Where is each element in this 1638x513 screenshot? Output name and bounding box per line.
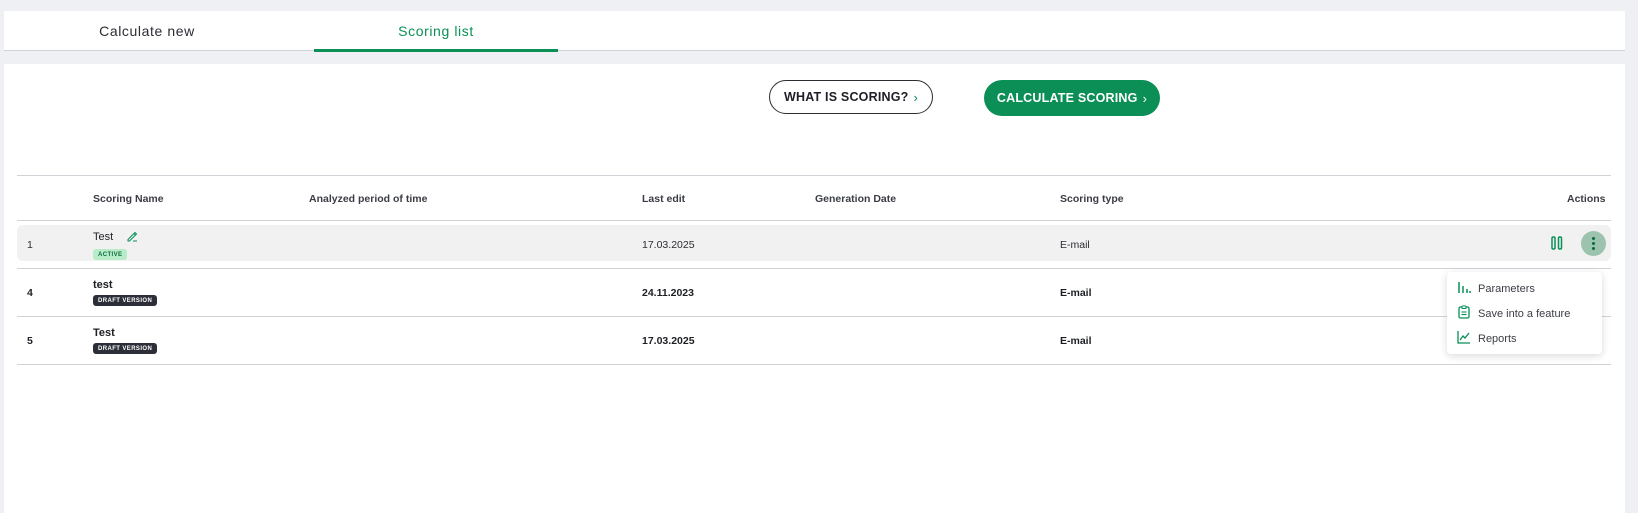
row-last-edit: 17.03.2025	[642, 335, 695, 347]
row-name: Test	[93, 231, 114, 243]
table-row[interactable]: 1 Test ACTIVE 17.03.2025 E-mail	[17, 221, 1611, 269]
dot	[1592, 242, 1595, 245]
header-last-edit: Last edit	[642, 193, 686, 205]
row-name: Test	[93, 327, 115, 339]
row-id: 1	[27, 239, 33, 251]
row-highlight	[17, 225, 1611, 261]
tabs-bar: Calculate new Scoring list	[4, 11, 1625, 52]
menu-item-save-feature[interactable]: Save into a feature	[1447, 301, 1602, 326]
clipboard-icon	[1456, 304, 1472, 323]
calculate-scoring-label: CALCULATE SCORING	[996, 91, 1138, 105]
table-row[interactable]: 5 Test DRAFT VERSION 17.03.2025 E-mail	[17, 317, 1611, 365]
chevron-right-icon: ›	[1142, 90, 1148, 106]
calculate-scoring-button[interactable]: CALCULATE SCORING ›	[984, 80, 1160, 116]
row-name-cell: Test ACTIVE	[93, 230, 138, 260]
what-is-scoring-button[interactable]: WHAT IS SCORING? ›	[769, 80, 933, 114]
row-scoring-type: E-mail	[1060, 239, 1090, 251]
table-row[interactable]: 4 test DRAFT VERSION 24.11.2023 E-mail	[17, 269, 1611, 317]
row-id: 5	[27, 335, 33, 347]
header-scoring-type: Scoring type	[1060, 193, 1124, 205]
row-name-cell: Test DRAFT VERSION	[93, 327, 158, 354]
menu-item-parameters[interactable]: Parameters	[1447, 276, 1602, 301]
row-id: 4	[27, 287, 33, 299]
menu-item-label: Save into a feature	[1478, 307, 1571, 320]
row-name: test	[93, 279, 113, 291]
bar-chart-icon	[1456, 279, 1472, 298]
menu-item-label: Reports	[1478, 332, 1517, 345]
pencil-icon[interactable]	[126, 230, 138, 245]
tab-scoring-list[interactable]: Scoring list	[314, 11, 558, 52]
main-panel: WHAT IS SCORING? › CALCULATE SCORING › S…	[4, 64, 1625, 513]
dot	[1592, 247, 1595, 250]
row-name-cell: test DRAFT VERSION	[93, 279, 158, 306]
row-scoring-type: E-mail	[1060, 287, 1092, 299]
dot	[1592, 237, 1595, 240]
actions-dropdown-menu: Parameters Save into a feature Reports	[1447, 272, 1602, 354]
status-badge: DRAFT VERSION	[93, 295, 158, 306]
header-analyzed-period: Analyzed period of time	[309, 193, 428, 205]
menu-item-label: Parameters	[1478, 282, 1535, 295]
more-options-button[interactable]	[1581, 231, 1606, 256]
status-badge: DRAFT VERSION	[93, 343, 158, 354]
header-actions: Actions	[1567, 193, 1606, 205]
pause-icon[interactable]	[1550, 234, 1564, 252]
line-chart-icon	[1456, 329, 1472, 348]
menu-item-reports[interactable]: Reports	[1447, 326, 1602, 351]
chevron-right-icon: ›	[913, 89, 919, 105]
status-badge: ACTIVE	[93, 249, 128, 260]
row-last-edit: 24.11.2023	[642, 287, 694, 299]
tab-calculate-new[interactable]: Calculate new	[4, 11, 290, 51]
scoring-table: Scoring Name Analyzed period of time Las…	[17, 175, 1611, 365]
what-is-scoring-label: WHAT IS SCORING?	[783, 90, 909, 104]
row-scoring-type: E-mail	[1060, 335, 1092, 347]
header-generation-date: Generation Date	[815, 193, 897, 205]
header-scoring-name: Scoring Name	[93, 193, 164, 205]
row-last-edit: 17.03.2025	[642, 239, 695, 251]
table-header: Scoring Name Analyzed period of time Las…	[17, 175, 1611, 221]
